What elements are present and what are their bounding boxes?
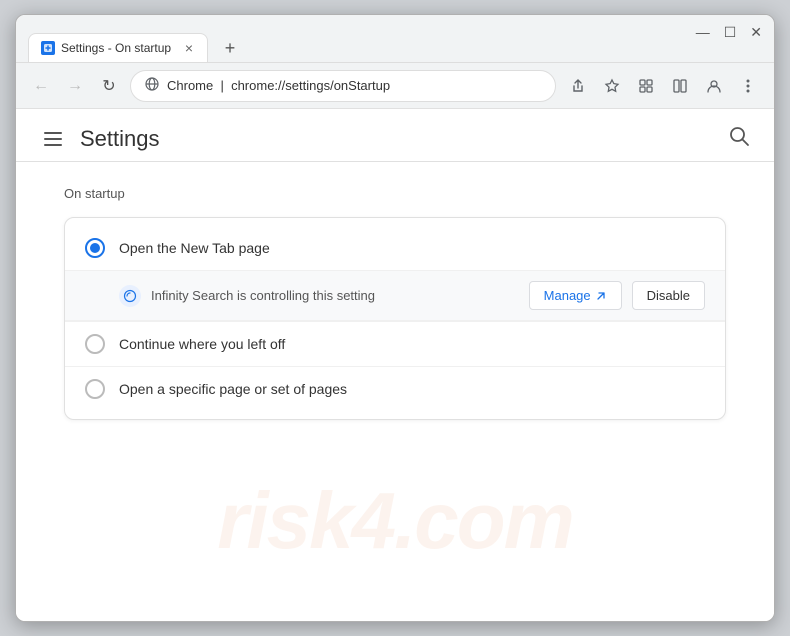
new-tab-button[interactable]: + (216, 34, 244, 62)
active-tab[interactable]: Settings - On startup × (28, 33, 208, 62)
share-icon[interactable] (564, 72, 592, 100)
title-bar: Settings - On startup × + — ☐ ✕ (16, 15, 774, 63)
manage-button[interactable]: Manage (529, 281, 622, 310)
more-options-icon[interactable] (734, 72, 762, 100)
settings-body: On startup Open the New Tab page Infinit… (16, 162, 774, 444)
back-button[interactable]: ← (28, 73, 54, 99)
option-new-tab-label: Open the New Tab page (119, 240, 270, 256)
page-title: Settings (80, 126, 160, 152)
profile-sidebar-icon[interactable] (666, 72, 694, 100)
extension-notice-row: Infinity Search is controlling this sett… (65, 270, 725, 321)
browser-icon (145, 77, 159, 94)
options-card: Open the New Tab page Infinity Search is… (64, 217, 726, 420)
section-label: On startup (64, 186, 726, 201)
tab-title: Settings - On startup (61, 41, 177, 55)
disable-button[interactable]: Disable (632, 281, 705, 310)
tab-favicon (41, 41, 55, 55)
radio-continue[interactable] (85, 334, 105, 354)
settings-header: Settings (16, 109, 774, 162)
radio-new-tab[interactable] (85, 238, 105, 258)
option-continue-label: Continue where you left off (119, 336, 285, 352)
option-specific-page-label: Open a specific page or set of pages (119, 381, 347, 397)
watermark: risk4.com (16, 421, 774, 621)
hamburger-menu-button[interactable] (40, 128, 66, 150)
settings-search-button[interactable] (728, 125, 750, 153)
tab-close-btn[interactable]: × (183, 40, 195, 56)
page-content: Settings On startup Open the New Tab pag… (16, 109, 774, 621)
window-controls: — ☐ ✕ (696, 25, 762, 39)
option-specific-page[interactable]: Open a specific page or set of pages (65, 367, 725, 411)
tab-strip: Settings - On startup × + (28, 33, 762, 62)
radio-new-tab-inner (90, 243, 100, 253)
radio-specific-page[interactable] (85, 379, 105, 399)
profile-icon[interactable] (700, 72, 728, 100)
hamburger-line-1 (44, 132, 62, 134)
url-chrome-part: Chrome | chrome://settings/onStartup (167, 78, 390, 93)
address-input[interactable]: Chrome | chrome://settings/onStartup (130, 70, 556, 102)
star-icon[interactable] (598, 72, 626, 100)
hamburger-line-3 (44, 144, 62, 146)
hamburger-line-2 (44, 138, 62, 140)
option-new-tab[interactable]: Open the New Tab page (65, 226, 725, 270)
toolbar-icons (564, 72, 762, 100)
option-continue[interactable]: Continue where you left off (65, 322, 725, 366)
minimize-button[interactable]: — (696, 25, 710, 39)
close-button[interactable]: ✕ (750, 25, 762, 39)
address-bar: ← → ↻ Chrome | chrome://settings/onStart… (16, 63, 774, 109)
browser-window: Settings - On startup × + — ☐ ✕ ← → ↻ C (15, 14, 775, 622)
forward-button[interactable]: → (62, 73, 88, 99)
maximize-button[interactable]: ☐ (724, 25, 737, 39)
reload-button[interactable]: ↻ (96, 73, 122, 99)
extensions-icon[interactable] (632, 72, 660, 100)
settings-title-area: Settings (40, 126, 160, 152)
extension-icon (119, 285, 141, 307)
extension-notice-label: Infinity Search is controlling this sett… (151, 288, 519, 303)
